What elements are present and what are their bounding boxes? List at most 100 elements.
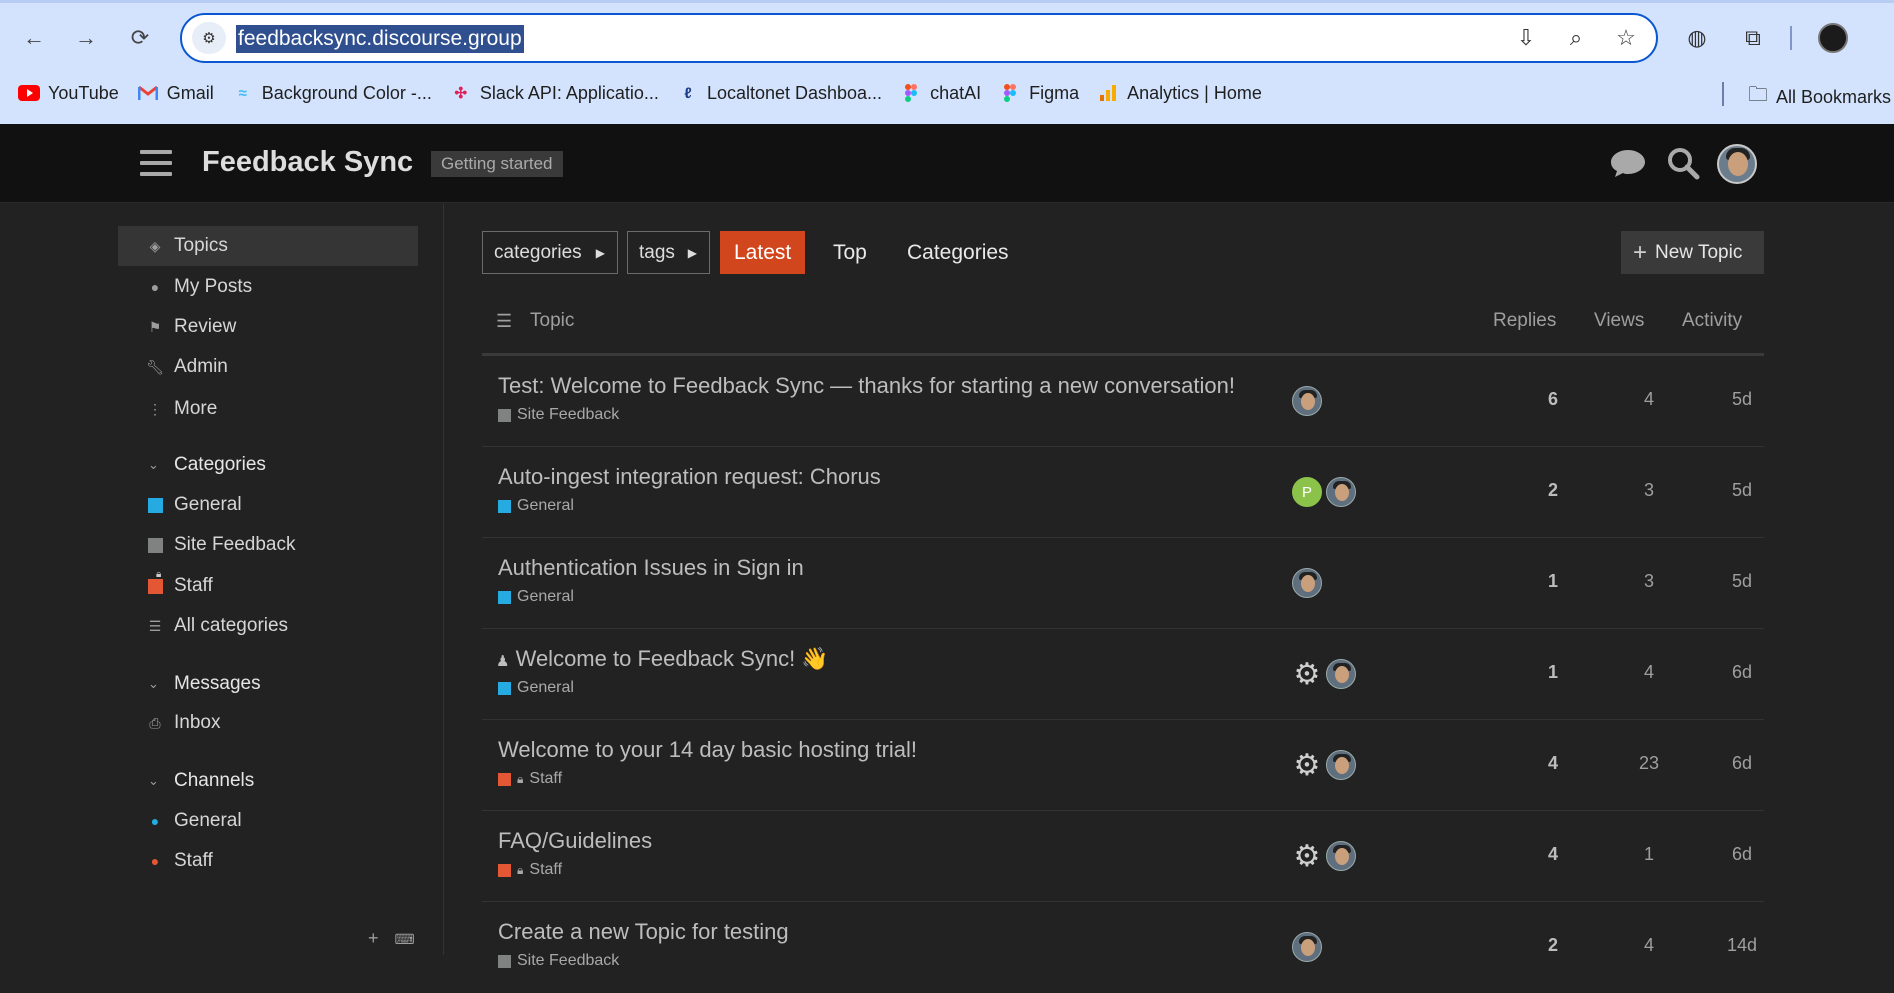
table-row[interactable]: Welcome to your 14 day basic hosting tri…: [482, 720, 1764, 811]
bookmark-slack-api[interactable]: ✣ Slack API: Applicatio...: [450, 83, 659, 104]
system-gear-icon[interactable]: ⚙: [1292, 659, 1322, 689]
extension-globe-icon[interactable]: ◍: [1683, 24, 1711, 52]
sidebar-channel-general[interactable]: ● General: [118, 801, 418, 841]
reload-button[interactable]: ⟳: [124, 22, 156, 54]
sidebar-item-my-posts[interactable]: ● My Posts: [118, 267, 418, 307]
chat-bubble-icon[interactable]: [1609, 144, 1647, 182]
bookmark-youtube[interactable]: YouTube: [18, 83, 119, 104]
activity-time[interactable]: 6d: [1712, 662, 1772, 683]
address-bar[interactable]: ⚙ feedbacksync.discourse.group ⇩ ⌕ ☆: [180, 13, 1658, 63]
sidebar-category-general[interactable]: General: [118, 485, 418, 525]
topic-title[interactable]: Welcome to your 14 day basic hosting tri…: [498, 737, 917, 763]
topic-title[interactable]: Test: Welcome to Feedback Sync — thanks …: [498, 373, 1235, 399]
sidebar-category-site-feedback[interactable]: Site Feedback: [118, 525, 418, 565]
poster-avatar-letter[interactable]: P: [1292, 477, 1322, 507]
tab-latest[interactable]: Latest: [720, 231, 806, 274]
new-topic-button[interactable]: + New Topic: [1621, 231, 1764, 274]
getting-started-badge[interactable]: Getting started: [431, 151, 563, 177]
sidebar-channel-staff[interactable]: ● Staff: [118, 841, 418, 881]
replies-count: 6: [1547, 389, 1558, 409]
poster-avatar[interactable]: [1326, 659, 1356, 689]
topic-title[interactable]: Auto-ingest integration request: Chorus: [498, 464, 881, 490]
user-avatar[interactable]: [1717, 144, 1757, 184]
table-row[interactable]: Auto-ingest integration request: Chorus …: [482, 447, 1764, 538]
hamburger-menu-icon[interactable]: [140, 150, 172, 178]
site-title[interactable]: Feedback Sync: [202, 146, 413, 179]
back-button[interactable]: ←: [18, 22, 50, 54]
bookmark-localtonet[interactable]: ℓ Localtonet Dashboa...: [677, 83, 882, 104]
topic-category[interactable]: 🔒︎ Staff: [498, 861, 562, 879]
header-views[interactable]: Views: [1594, 310, 1644, 332]
topic-posters: [1292, 386, 1322, 416]
tab-categories[interactable]: Categories: [893, 231, 1023, 274]
topic-title[interactable]: Create a new Topic for testing: [498, 919, 789, 945]
categories-dropdown[interactable]: categories ▶: [482, 231, 618, 274]
header-replies[interactable]: Replies: [1493, 310, 1556, 332]
sidebar-item-admin[interactable]: 🔧︎ Admin: [118, 347, 418, 387]
topic-posters: ⚙: [1292, 750, 1356, 780]
topic-category[interactable]: Site Feedback: [498, 406, 619, 424]
sidebar-item-more[interactable]: ⋮ More: [118, 389, 418, 429]
table-row[interactable]: FAQ/Guidelines 🔒︎ Staff ⚙ 4 1 6d: [482, 811, 1764, 902]
sidebar-item-review[interactable]: ⚑ Review: [118, 307, 418, 347]
header-activity[interactable]: Activity: [1682, 310, 1742, 332]
all-bookmarks-button[interactable]: 🗀 All Bookmarks: [1748, 80, 1891, 114]
system-gear-icon[interactable]: ⚙: [1292, 750, 1322, 780]
topic-category[interactable]: General: [498, 497, 574, 515]
system-gear-icon[interactable]: ⚙: [1292, 841, 1322, 871]
table-row[interactable]: Test: Welcome to Feedback Sync — thanks …: [482, 356, 1764, 447]
poster-avatar[interactable]: [1326, 750, 1356, 780]
topic-list-header: ☰ Topic Replies Views Activity: [482, 300, 1764, 356]
activity-time[interactable]: 5d: [1712, 480, 1772, 501]
figma-icon: [900, 83, 922, 103]
tab-top[interactable]: Top: [819, 231, 881, 274]
sidebar-category-staff[interactable]: 🔒︎ Staff: [118, 566, 418, 606]
poster-avatar[interactable]: [1292, 568, 1322, 598]
topic-category[interactable]: General: [498, 679, 574, 697]
add-icon[interactable]: +: [368, 928, 379, 949]
header-topic[interactable]: Topic: [530, 310, 574, 332]
poster-avatar[interactable]: [1292, 932, 1322, 962]
bulk-select-list-icon[interactable]: ☰: [496, 311, 512, 332]
extensions-puzzle-icon[interactable]: ⧉: [1739, 24, 1767, 52]
install-app-icon[interactable]: ⇩: [1512, 24, 1540, 52]
sidebar-section-categories[interactable]: ⌄ Categories: [118, 447, 418, 483]
zoom-icon[interactable]: ⌕: [1562, 24, 1590, 52]
table-row[interactable]: Authentication Issues in Sign in General…: [482, 538, 1764, 629]
bookmark-gmail[interactable]: Gmail: [137, 83, 214, 104]
keyboard-icon[interactable]: ⌨: [395, 931, 415, 949]
forward-button[interactable]: →: [70, 22, 102, 54]
activity-time[interactable]: 6d: [1712, 753, 1772, 774]
sidebar-item-inbox[interactable]: ⎙ Inbox: [118, 703, 418, 743]
url-text[interactable]: feedbacksync.discourse.group: [236, 25, 524, 53]
tags-dropdown[interactable]: tags ▶: [627, 231, 710, 274]
activity-time[interactable]: 5d: [1712, 389, 1772, 410]
bookmark-chatai[interactable]: chatAI: [900, 83, 981, 104]
activity-time[interactable]: 14d: [1712, 935, 1772, 956]
site-info-icon[interactable]: ⚙: [192, 22, 226, 54]
sidebar-item-topics[interactable]: ◈ Topics: [118, 226, 418, 266]
sidebar-footer: + ⌨: [368, 928, 415, 949]
table-row[interactable]: Create a new Topic for testing Site Feed…: [482, 902, 1764, 993]
search-icon[interactable]: [1664, 144, 1702, 182]
sidebar-section-messages[interactable]: ⌄ Messages: [118, 666, 418, 702]
sidebar-section-channels[interactable]: ⌄ Channels: [118, 763, 418, 799]
poster-avatar[interactable]: [1326, 477, 1356, 507]
topic-title[interactable]: Authentication Issues in Sign in: [498, 555, 804, 581]
bookmark-analytics[interactable]: Analytics | Home: [1097, 83, 1262, 104]
poster-avatar[interactable]: [1292, 386, 1322, 416]
bookmark-figma[interactable]: Figma: [999, 83, 1079, 104]
poster-avatar[interactable]: [1326, 841, 1356, 871]
activity-time[interactable]: 5d: [1712, 571, 1772, 592]
browser-profile-avatar[interactable]: [1818, 23, 1848, 53]
bookmark-star-icon[interactable]: ☆: [1612, 24, 1640, 52]
bookmark-background-color[interactable]: ≈ Background Color -...: [232, 83, 432, 104]
activity-time[interactable]: 6d: [1712, 844, 1772, 865]
table-row[interactable]: ♟ Welcome to Feedback Sync! 👋 General ⚙ …: [482, 629, 1764, 720]
topic-title[interactable]: Welcome to Feedback Sync! 👋: [516, 646, 829, 671]
topic-title[interactable]: FAQ/Guidelines: [498, 828, 652, 854]
topic-category[interactable]: General: [498, 588, 574, 606]
topic-category[interactable]: 🔒︎ Staff: [498, 770, 562, 788]
topic-posters: [1292, 932, 1322, 962]
sidebar-all-categories[interactable]: ☰ All categories: [118, 606, 418, 646]
